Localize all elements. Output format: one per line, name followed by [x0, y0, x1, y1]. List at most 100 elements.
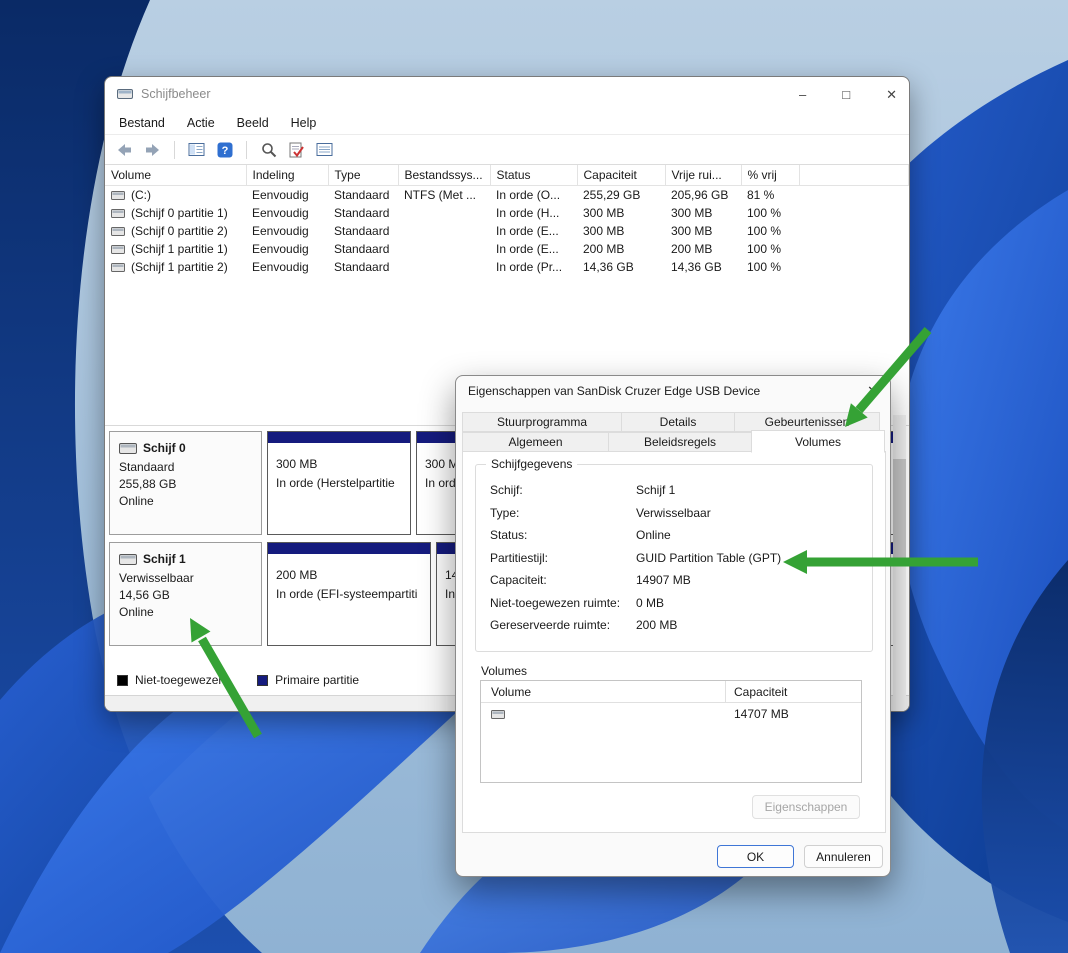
column-header[interactable]: Capaciteit	[577, 165, 665, 186]
column-header[interactable]: Volume	[105, 165, 246, 186]
column-header[interactable]: Type	[328, 165, 398, 186]
minimize-button[interactable]: –	[799, 88, 806, 101]
volumes-col-capaciteit[interactable]: Capaciteit	[726, 685, 787, 699]
cell-capaciteit: 14,36 GB	[577, 258, 665, 276]
info-field-row: Type: Verwisselbaar	[490, 506, 858, 520]
cell-bestandssysteem	[398, 240, 490, 258]
column-header[interactable]: % vrij	[741, 165, 799, 186]
volume-row[interactable]: (Schijf 1 partitie 1) Eenvoudig Standaar…	[105, 240, 909, 258]
cell-status: In orde (Pr...	[490, 258, 577, 276]
disk-size: 14,56 GB	[119, 587, 252, 604]
scrollbar-thumb[interactable]	[893, 459, 906, 559]
cell-indeling: Eenvoudig	[246, 258, 328, 276]
field-label: Gereserveerde ruimte:	[490, 618, 636, 632]
volume-row[interactable]: (Schijf 1 partitie 2) Eenvoudig Standaar…	[105, 258, 909, 276]
ok-button[interactable]: OK	[717, 845, 794, 868]
forward-icon[interactable]	[143, 140, 162, 159]
cell-percent-vrij: 100 %	[741, 240, 799, 258]
menu-item[interactable]: Bestand	[119, 116, 165, 130]
volume-name: (Schijf 0 partitie 2)	[131, 224, 228, 238]
disk-status: Online	[119, 493, 252, 510]
list-view-icon[interactable]	[315, 140, 334, 159]
volumes-tab-page: Schijfgegevens Schijf: Schijf 1 Type: Ve…	[462, 451, 886, 833]
column-header[interactable]: Vrije rui...	[665, 165, 741, 186]
tab-algemeen[interactable]: Algemeen	[462, 432, 609, 452]
volume-row[interactable]: (Schijf 0 partitie 2) Eenvoudig Standaar…	[105, 222, 909, 240]
tab[interactable]: Gebeurtenissen	[734, 412, 880, 432]
cell-capaciteit: 300 MB	[577, 204, 665, 222]
disk-name: Schijf 1	[143, 551, 186, 568]
task-check-icon[interactable]	[287, 140, 306, 159]
volume-capacity: 14707 MB	[726, 707, 789, 721]
cell-type: Standaard	[328, 222, 398, 240]
volume-row[interactable]: (Schijf 0 partitie 1) Eenvoudig Standaar…	[105, 204, 909, 222]
cell-bestandssysteem	[398, 258, 490, 276]
dialog-close-button[interactable]: ✕	[867, 383, 878, 399]
cell-vrije-ruimte: 300 MB	[665, 204, 741, 222]
console-tree-icon[interactable]	[187, 140, 206, 159]
field-value: GUID Partition Table (GPT)	[636, 551, 781, 565]
app-icon	[117, 88, 133, 100]
maximize-button[interactable]: □	[842, 88, 850, 101]
help-icon[interactable]: ?	[215, 140, 234, 159]
dialog-titlebar[interactable]: Eigenschappen van SanDisk Cruzer Edge US…	[456, 376, 890, 406]
dialog-title: Eigenschappen van SanDisk Cruzer Edge US…	[468, 384, 760, 398]
cell-capaciteit: 200 MB	[577, 240, 665, 258]
unallocated-swatch	[117, 675, 128, 686]
cancel-button[interactable]: Annuleren	[804, 845, 883, 868]
partition-block[interactable]: 200 MB In orde (EFI-systeempartiti	[267, 542, 431, 646]
info-field-row: Niet-toegewezen ruimte: 0 MB	[490, 596, 858, 610]
cell-capaciteit: 300 MB	[577, 222, 665, 240]
column-header[interactable]	[799, 165, 909, 186]
drive-icon	[491, 709, 505, 720]
volumes-col-volume[interactable]: Volume	[481, 681, 726, 702]
back-icon[interactable]	[115, 140, 134, 159]
magnifier-icon[interactable]	[259, 140, 278, 159]
menu-item[interactable]: Beeld	[237, 116, 269, 130]
volumes-list-row[interactable]: 14707 MB	[481, 703, 861, 725]
close-button[interactable]: ✕	[886, 88, 897, 101]
eigenschappen-button[interactable]: Eigenschappen	[752, 795, 860, 819]
tab-volumes[interactable]: Volumes	[751, 430, 885, 453]
volume-list-header: VolumeIndelingTypeBestandssys...StatusCa…	[105, 165, 909, 186]
cell-type: Standaard	[328, 240, 398, 258]
column-header[interactable]: Indeling	[246, 165, 328, 186]
drive-icon	[111, 208, 125, 219]
field-value: Verwisselbaar	[636, 506, 711, 520]
field-label: Status:	[490, 528, 636, 542]
vertical-scrollbar[interactable]	[893, 415, 906, 712]
titlebar[interactable]: Schijfbeheer – □ ✕	[105, 77, 909, 111]
tab[interactable]: Details	[621, 412, 735, 432]
cell-bestandssysteem	[398, 222, 490, 240]
disk-0-panel[interactable]: Schijf 0 Standaard 255,88 GB Online	[109, 431, 262, 535]
menu-item[interactable]: Help	[291, 116, 317, 130]
drive-icon	[111, 244, 125, 255]
disk-icon	[119, 442, 137, 455]
info-field-row: Schijf: Schijf 1	[490, 483, 858, 497]
partition-block[interactable]: 300 MB In orde (Herstelpartitie	[267, 431, 411, 535]
drive-icon	[111, 262, 125, 273]
disk-type: Standaard	[119, 459, 252, 476]
legend-label: Primaire partitie	[275, 673, 359, 687]
cell-vrije-ruimte: 14,36 GB	[665, 258, 741, 276]
cell-percent-vrij: 100 %	[741, 204, 799, 222]
info-field-row: Gereserveerde ruimte: 200 MB	[490, 618, 858, 632]
disk-1-panel[interactable]: Schijf 1 Verwisselbaar 14,56 GB Online	[109, 542, 262, 646]
menu-item[interactable]: Actie	[187, 116, 215, 130]
column-header[interactable]: Status	[490, 165, 577, 186]
partition-size: 300 MB	[276, 455, 402, 474]
groupbox-label: Schijfgegevens	[486, 457, 577, 471]
column-header[interactable]: Bestandssys...	[398, 165, 490, 186]
tab[interactable]: Stuurprogramma	[462, 412, 622, 432]
toolbar-separator	[174, 141, 175, 159]
volume-row[interactable]: (C:) Eenvoudig Standaard NTFS (Met ... I…	[105, 186, 909, 205]
field-value: 0 MB	[636, 596, 664, 610]
cell-indeling: Eenvoudig	[246, 204, 328, 222]
field-value: 14907 MB	[636, 573, 691, 587]
properties-dialog: Eigenschappen van SanDisk Cruzer Edge US…	[455, 375, 891, 877]
volumes-list[interactable]: Volume Capaciteit 14707 MB	[480, 680, 862, 783]
info-field-row: Status: Online	[490, 528, 858, 542]
window-title: Schijfbeheer	[141, 87, 211, 101]
tab-beleidsregels[interactable]: Beleidsregels	[608, 432, 752, 452]
field-label: Partitiestijl:	[490, 551, 636, 565]
